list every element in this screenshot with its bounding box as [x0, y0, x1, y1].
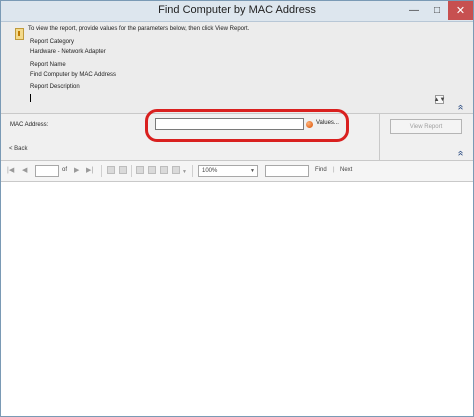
last-page-button[interactable]: ▶|	[86, 167, 93, 175]
close-button[interactable]: ✕	[448, 1, 473, 20]
parameters-panel: MAC Address: Values... View Report < Bac…	[1, 109, 473, 161]
mac-address-input[interactable]	[155, 118, 304, 130]
previous-page-button[interactable]: ◀	[22, 167, 27, 175]
print-layout-icon[interactable]	[148, 166, 156, 174]
instruction-text: To view the report, provide values for t…	[28, 26, 250, 32]
collapse-info-icon[interactable]: »	[455, 100, 466, 110]
back-link[interactable]: < Back	[9, 146, 28, 152]
report-category-label: Report Category	[30, 39, 75, 45]
page-setup-icon[interactable]	[160, 166, 168, 174]
text-caret	[30, 94, 31, 102]
minimize-button[interactable]: —	[402, 1, 426, 20]
toolbar-separator	[131, 165, 132, 177]
values-orb-icon[interactable]	[306, 121, 313, 128]
print-icon[interactable]	[136, 166, 144, 174]
report-window: Find Computer by MAC Address — □ ✕ To vi…	[0, 0, 474, 417]
find-separator: |	[333, 167, 335, 173]
report-category-value: Hardware - Network Adapter	[30, 49, 106, 55]
next-page-button[interactable]: ▶	[74, 167, 79, 175]
chevron-down-icon: ▼	[250, 168, 255, 174]
values-link[interactable]: Values...	[316, 120, 339, 126]
description-spin-icon[interactable]: ▲▼	[434, 95, 445, 104]
report-info-panel: To view the report, provide values for t…	[1, 22, 473, 114]
refresh-icon[interactable]	[119, 166, 127, 174]
find-link[interactable]: Find	[315, 167, 327, 173]
find-input[interactable]	[265, 165, 309, 177]
page-number-input[interactable]	[35, 165, 59, 177]
report-viewer-canvas	[1, 182, 473, 416]
zoom-select[interactable]: 100% ▼	[198, 165, 258, 177]
report-toolbar: |◀ ◀ of ▶ ▶| ▼ 100% ▼ Find | Next	[1, 161, 473, 182]
panel-divider	[379, 114, 380, 160]
first-page-button[interactable]: |◀	[7, 167, 14, 175]
view-report-button[interactable]: View Report	[390, 119, 462, 134]
toolbar-separator	[192, 165, 193, 177]
zoom-value: 100%	[202, 168, 218, 174]
page-of-label: of	[62, 167, 68, 173]
title-bar[interactable]: Find Computer by MAC Address — □ ✕	[1, 1, 473, 22]
export-dropdown-icon[interactable]: ▼	[182, 168, 187, 176]
report-name-label: Report Name	[30, 62, 66, 68]
maximize-button[interactable]: □	[426, 1, 448, 20]
report-description-label: Report Description	[30, 84, 80, 90]
export-icon[interactable]	[172, 166, 180, 174]
toolbar-separator	[101, 165, 102, 177]
find-next-link[interactable]: Next	[340, 167, 352, 173]
stop-icon[interactable]	[107, 166, 115, 174]
info-icon	[15, 28, 24, 40]
mac-address-label: MAC Address:	[10, 122, 49, 128]
report-name-value: Find Computer by MAC Address	[30, 72, 117, 78]
collapse-params-icon[interactable]: »	[455, 146, 466, 156]
